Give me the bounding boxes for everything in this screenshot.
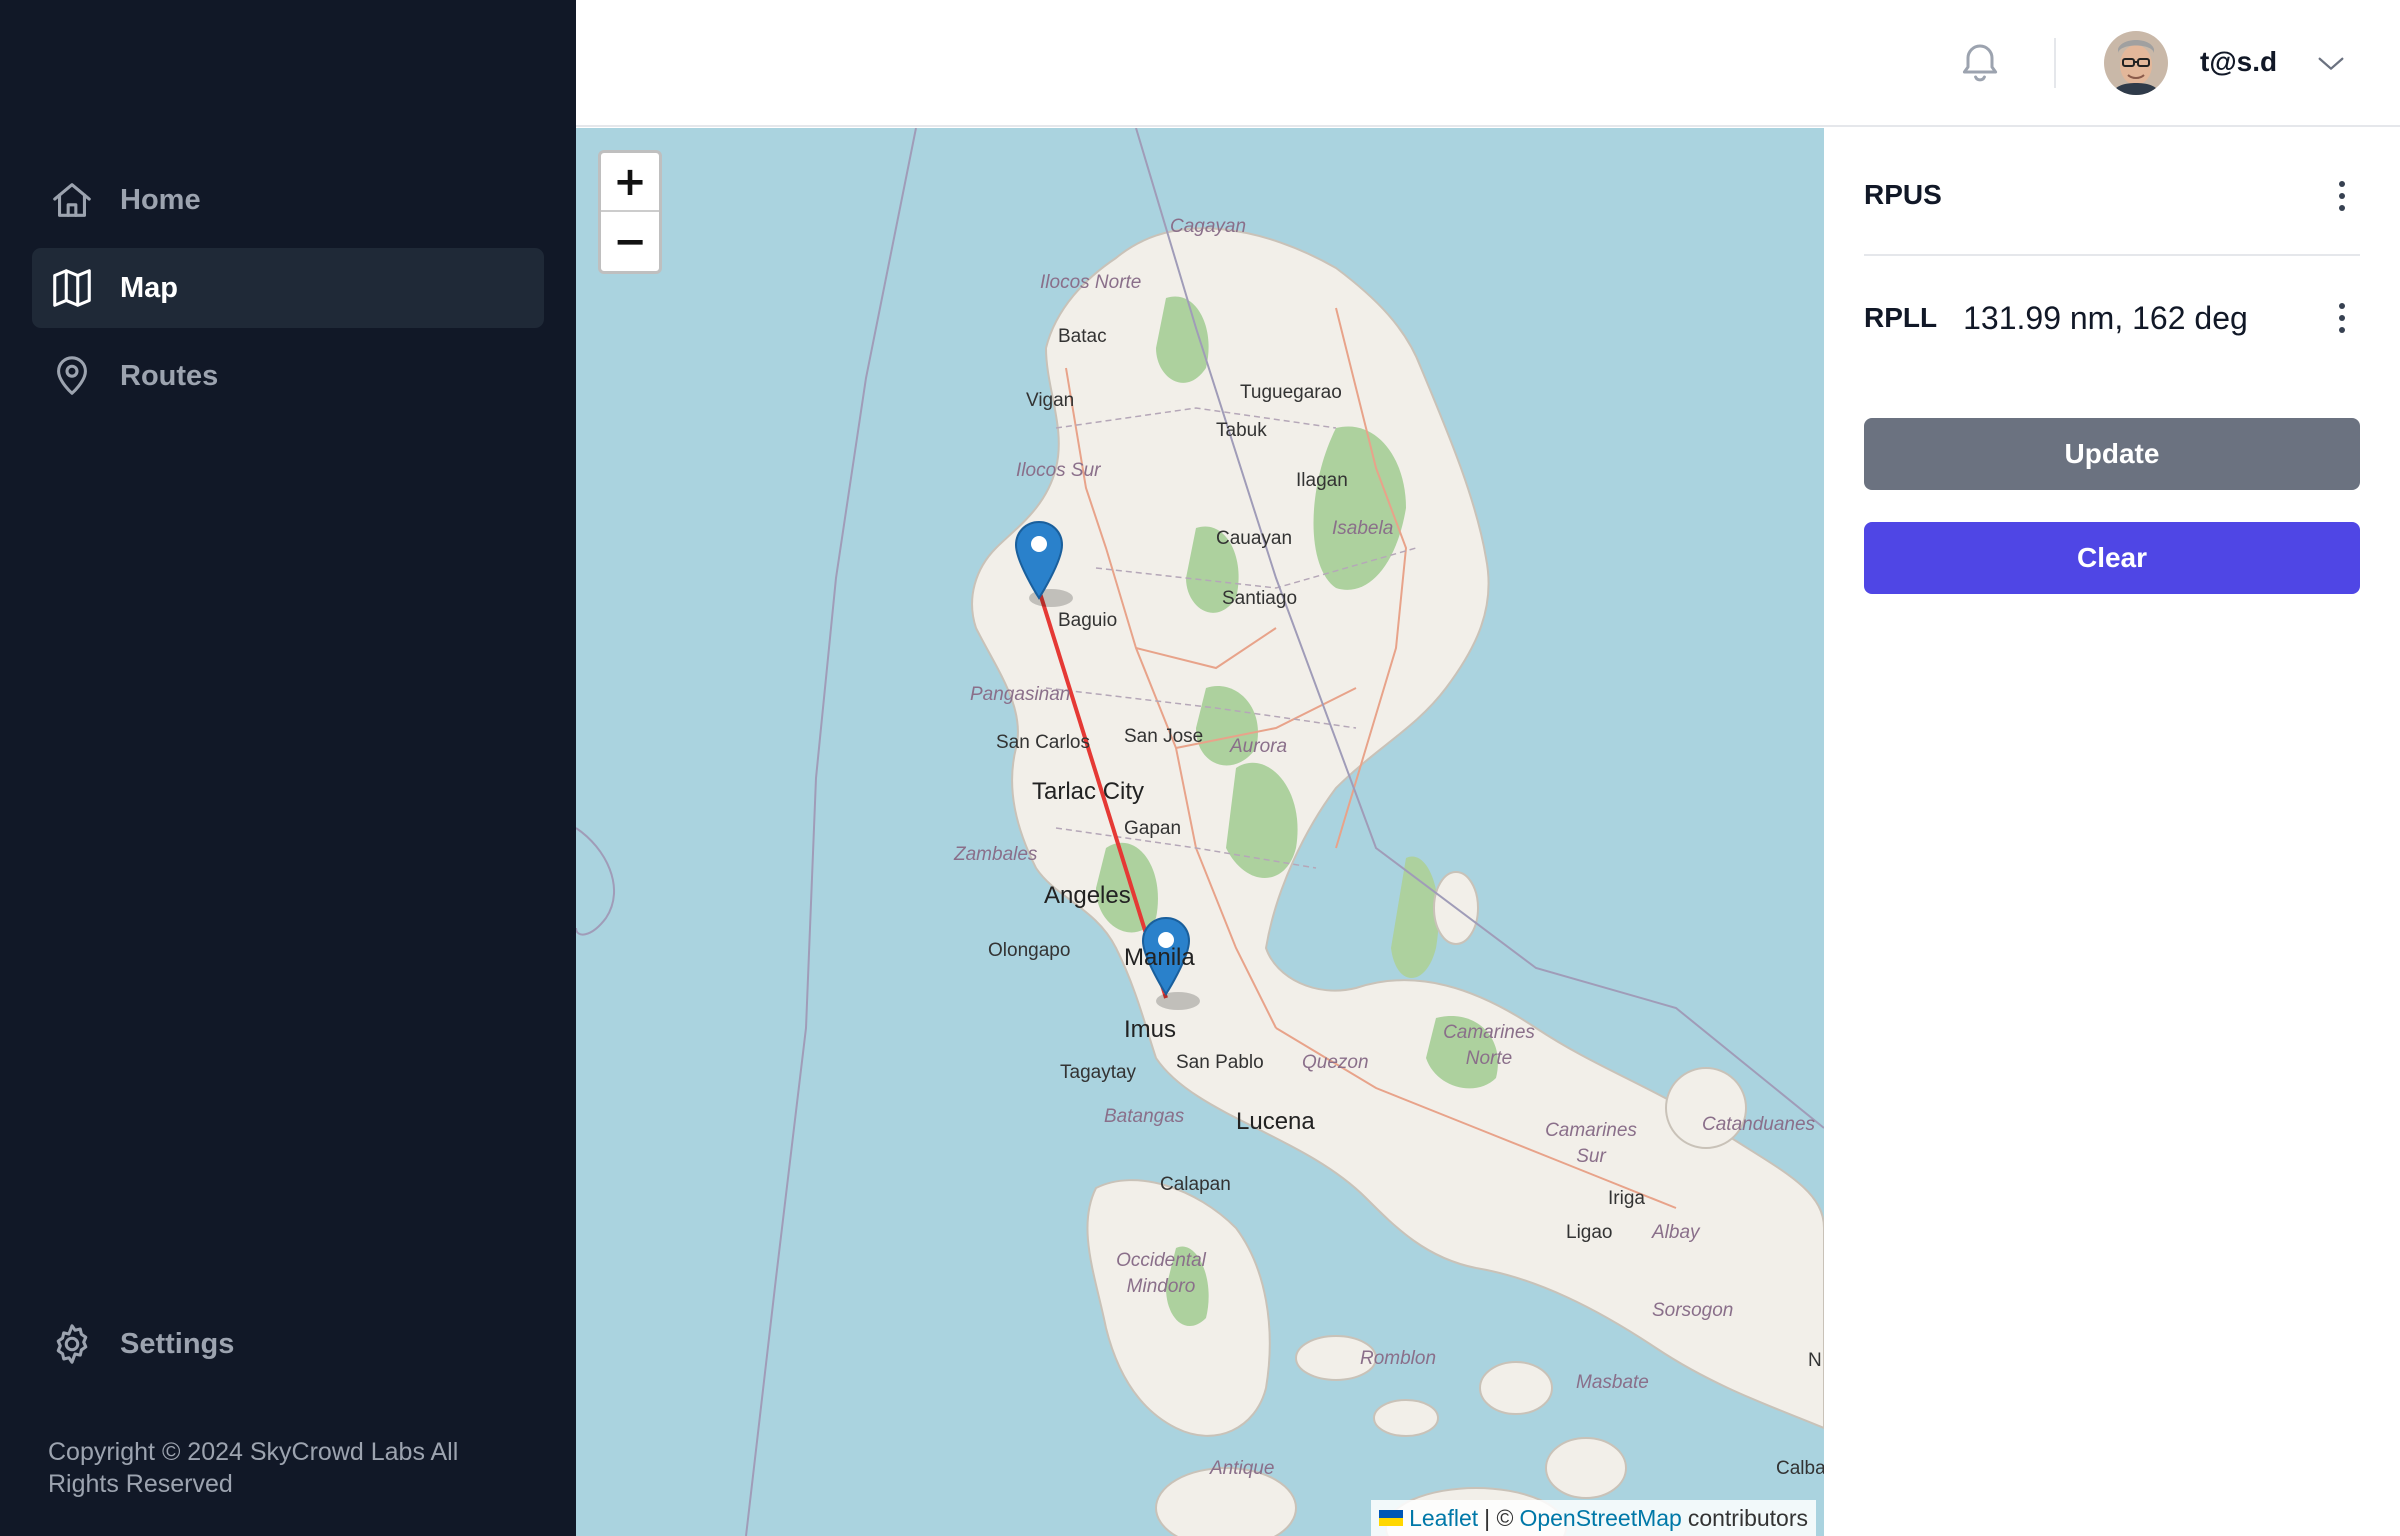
sidebar-item-routes[interactable]: Routes — [32, 336, 544, 416]
map-label: Lucena — [1236, 1108, 1315, 1135]
update-button[interactable]: Update — [1864, 418, 2360, 490]
header-divider — [2054, 38, 2056, 88]
map-label: Antique — [1210, 1458, 1275, 1479]
map-label: Aurora — [1230, 736, 1288, 757]
map-view[interactable]: Cagayan Ilocos Norte Batac Vigan Tuguega… — [576, 128, 1824, 1536]
waypoint-code: RPLL — [1864, 302, 1938, 333]
map-label: Quezon — [1302, 1052, 1369, 1073]
sidebar-item-settings[interactable]: Settings — [32, 1304, 544, 1384]
route-panel: RPUS RPLL 131.99 nm, 162 deg Update Clea… — [1824, 128, 2400, 1536]
map-label: Romblon — [1360, 1348, 1437, 1369]
sidebar-item-home[interactable]: Home — [32, 160, 544, 240]
map-label: Ilocos Sur — [1016, 460, 1101, 481]
bell-icon[interactable] — [1956, 38, 2004, 86]
attribution-contributors: contributors — [1687, 1504, 1808, 1531]
map-pin-icon — [48, 352, 96, 400]
map-label: San Jose — [1124, 726, 1204, 747]
map-label: Camarines Sur — [1545, 1120, 1637, 1167]
map-label: Ilocos Norte — [1040, 272, 1142, 293]
osm-link[interactable]: OpenStreetMap — [1519, 1505, 1681, 1532]
map-label: Baguio — [1058, 610, 1118, 631]
zoom-in-button[interactable]: + — [601, 153, 659, 212]
more-vertical-icon[interactable] — [2334, 300, 2350, 336]
map-label: Ilagan — [1296, 470, 1348, 491]
map-label: Cagayan — [1170, 216, 1247, 237]
map-label: Angeles — [1044, 882, 1131, 909]
map-label: Olongapo — [988, 940, 1071, 961]
top-header: t@s.d — [576, 0, 2400, 127]
map-label: Cauayan — [1216, 528, 1293, 549]
map-label: San Pablo — [1176, 1052, 1264, 1073]
route-waypoint-row: RPLL 131.99 nm, 162 deg — [1864, 258, 2360, 378]
map-label: Iriga — [1608, 1188, 1645, 1209]
map-label: Masbate — [1576, 1372, 1649, 1393]
map-label: Vigan — [1026, 390, 1075, 411]
map-tiles — [576, 128, 1824, 1536]
map-label: Calba — [1776, 1458, 1824, 1479]
user-name[interactable]: t@s.d — [2200, 46, 2277, 78]
map-label: Santiago — [1222, 588, 1298, 609]
map-label: Calapan — [1160, 1174, 1231, 1195]
map-label: Occidental Mindoro — [1116, 1250, 1206, 1297]
map-label: Batangas — [1104, 1106, 1185, 1127]
map-label: Tarlac City — [1032, 778, 1145, 805]
map-label: Manila — [1124, 944, 1195, 971]
map-label: Camarines Norte — [1443, 1022, 1535, 1069]
map-label: Catanduanes — [1702, 1114, 1816, 1135]
gear-icon — [48, 1320, 96, 1368]
home-icon — [48, 176, 96, 224]
sidebar-item-label: Map — [120, 271, 178, 304]
map-label: Pangasinan — [970, 684, 1071, 705]
map-label: Zambales — [954, 844, 1038, 865]
sidebar-item-label: Routes — [120, 359, 219, 392]
avatar[interactable] — [2104, 31, 2168, 95]
map-icon — [48, 264, 96, 312]
map-label: Batac — [1058, 326, 1107, 347]
sidebar-item-label: Settings — [120, 1327, 235, 1360]
map-label: Ligao — [1566, 1222, 1613, 1243]
map-label: San Carlos — [996, 732, 1090, 753]
sidebar: Home Map Routes Settings Copyright © 202… — [0, 0, 576, 1536]
map-label: Tabuk — [1216, 420, 1267, 441]
map-label: Tuguegarao — [1240, 382, 1342, 403]
map-label: Gapan — [1124, 818, 1182, 839]
zoom-out-button[interactable]: − — [601, 212, 659, 271]
map-label: Tagaytay — [1060, 1062, 1137, 1083]
sidebar-item-label: Home — [120, 183, 201, 216]
chevron-down-icon[interactable] — [2312, 46, 2350, 80]
sidebar-nav: Home Map Routes — [32, 160, 544, 424]
map-label: Albay — [1652, 1222, 1700, 1243]
map-label: Sorsogon — [1652, 1300, 1734, 1321]
sidebar-settings: Settings — [32, 1304, 544, 1392]
more-vertical-icon[interactable] — [2334, 178, 2350, 214]
map-attribution: Leaflet | © OpenStreetMap contributors — [1371, 1500, 1816, 1536]
clear-button[interactable]: Clear — [1864, 522, 2360, 594]
marker-rpus[interactable] — [1014, 520, 1064, 600]
map-label: N — [1808, 1350, 1822, 1371]
route-waypoint-row: RPUS — [1864, 136, 2360, 256]
leaflet-link[interactable]: Leaflet — [1409, 1505, 1478, 1532]
map-label: Imus — [1124, 1016, 1177, 1043]
map-label: Isabela — [1332, 518, 1394, 539]
zoom-control: + − — [598, 150, 662, 274]
waypoint-code: RPUS — [1864, 179, 1942, 210]
attribution-separator: | © — [1484, 1504, 1514, 1531]
ukraine-flag-icon — [1379, 1510, 1404, 1526]
copyright-text: Copyright © 2024 SkyCrowd Labs All Right… — [48, 1438, 459, 1498]
sidebar-item-map[interactable]: Map — [32, 248, 544, 328]
waypoint-detail: 131.99 nm, 162 deg — [1963, 299, 2248, 336]
